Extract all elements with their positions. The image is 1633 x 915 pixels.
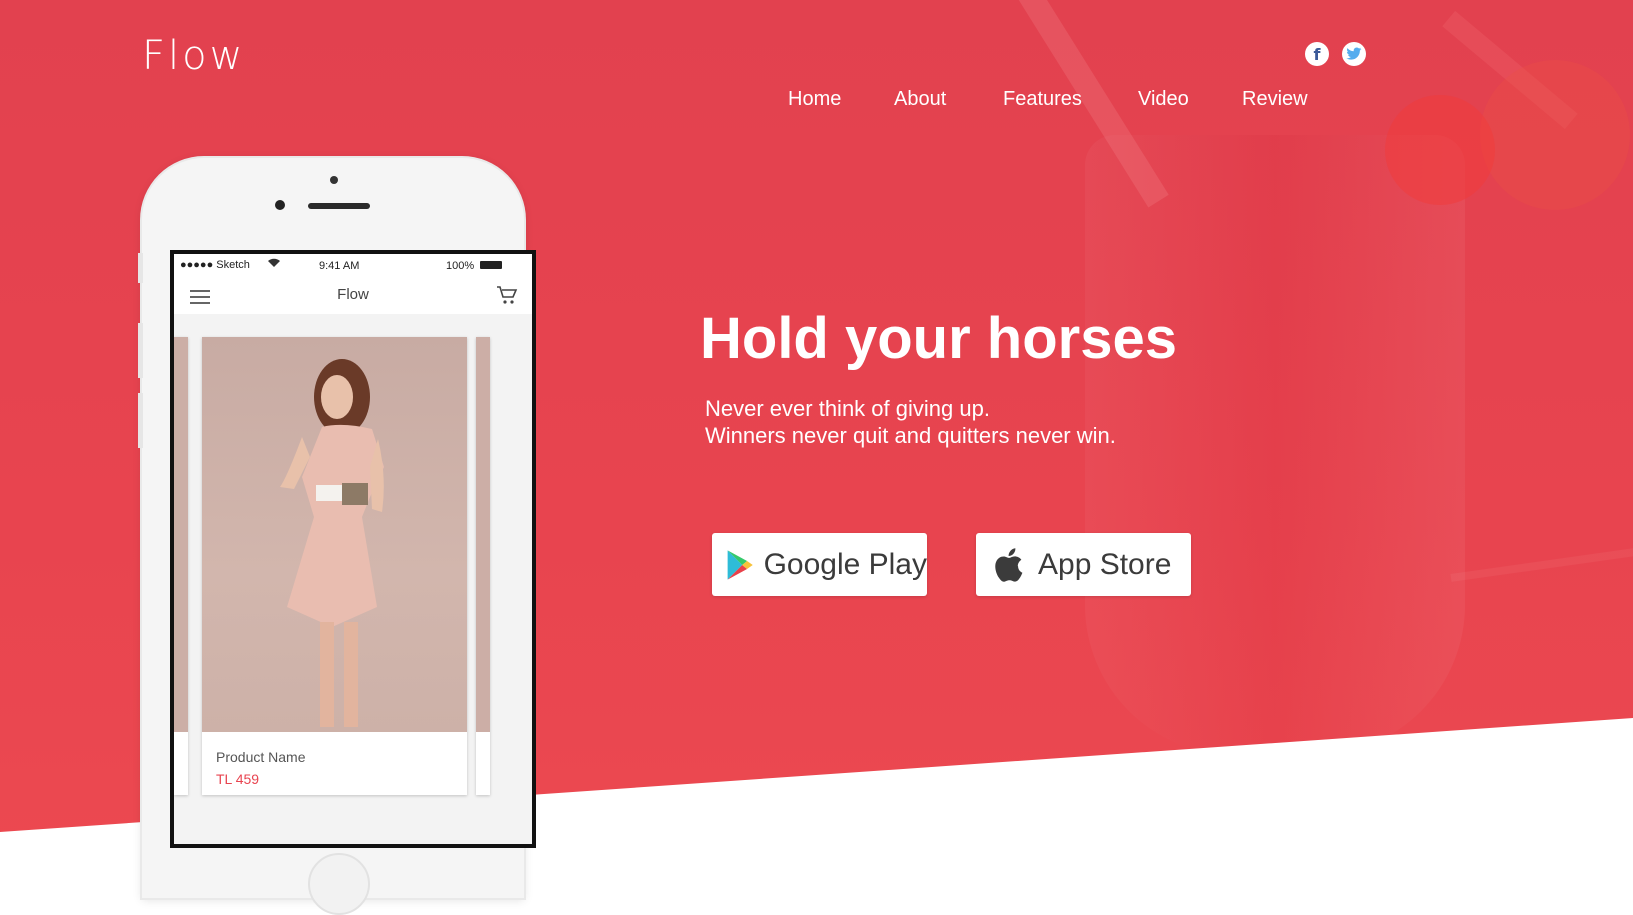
- phone-screen: ●●●●● Sketch 9:41 AM 100% Flow Product N…: [170, 250, 536, 848]
- wifi-icon: [268, 258, 280, 270]
- phone-volume-up: [138, 323, 143, 378]
- phone-sensor: [330, 176, 338, 184]
- table-decoration: [1450, 546, 1633, 582]
- battery-icon: [480, 261, 502, 269]
- product-name: Product Name: [216, 749, 306, 765]
- app-store-label: App Store: [1038, 547, 1172, 581]
- product-card[interactable]: Product Name TL 459: [202, 337, 467, 795]
- app-store-button[interactable]: App Store: [976, 533, 1191, 596]
- nav-about[interactable]: About: [894, 88, 946, 111]
- app-title: Flow: [337, 286, 369, 303]
- hero-headline: Hold your horses: [700, 306, 1177, 371]
- phone-mockup: ●●●●● Sketch 9:41 AM 100% Flow Product N…: [138, 158, 536, 915]
- cherry-decoration: [1385, 95, 1495, 205]
- google-play-label: Google Play: [763, 547, 927, 581]
- status-time: 9:41 AM: [319, 260, 360, 272]
- nav-features[interactable]: Features: [1003, 88, 1082, 111]
- status-carrier: ●●●●● Sketch: [180, 259, 250, 271]
- status-bar: ●●●●● Sketch 9:41 AM 100%: [174, 254, 532, 274]
- google-play-button[interactable]: Google Play: [712, 533, 927, 596]
- google-play-icon: [727, 549, 753, 580]
- phone-home-button: [308, 853, 370, 915]
- nav-home[interactable]: Home: [788, 88, 841, 111]
- carousel-next-card[interactable]: [476, 337, 490, 795]
- model-silhouette: [280, 359, 384, 727]
- brand-logo[interactable]: Flow: [142, 33, 245, 79]
- status-battery: 100%: [446, 260, 475, 272]
- hero-subtitle-line-2: Winners never quit and quitters never wi…: [705, 423, 1116, 448]
- cart-icon[interactable]: [496, 284, 518, 306]
- product-carousel: Product Name TL 459: [174, 314, 532, 844]
- carousel-prev-card[interactable]: [174, 337, 188, 795]
- twitter-bird-icon: [1346, 47, 1362, 60]
- product-price: TL 459: [216, 771, 260, 787]
- hero-subtitle-line-1: Never ever think of giving up.: [705, 396, 990, 421]
- nav-review[interactable]: Review: [1242, 88, 1308, 111]
- product-photo: [202, 337, 467, 732]
- phone-volume-down: [138, 393, 143, 448]
- apple-icon: [995, 547, 1023, 582]
- fruit-decoration: [1480, 60, 1630, 210]
- facebook-icon[interactable]: f: [1305, 42, 1329, 66]
- app-bar: Flow: [174, 274, 532, 315]
- phone-camera: [275, 200, 285, 210]
- drink-glass-photo: [1085, 135, 1465, 755]
- phone-mute-switch: [138, 253, 143, 283]
- phone-speaker: [308, 203, 370, 209]
- nav-video[interactable]: Video: [1138, 88, 1189, 111]
- twitter-icon[interactable]: [1342, 42, 1366, 66]
